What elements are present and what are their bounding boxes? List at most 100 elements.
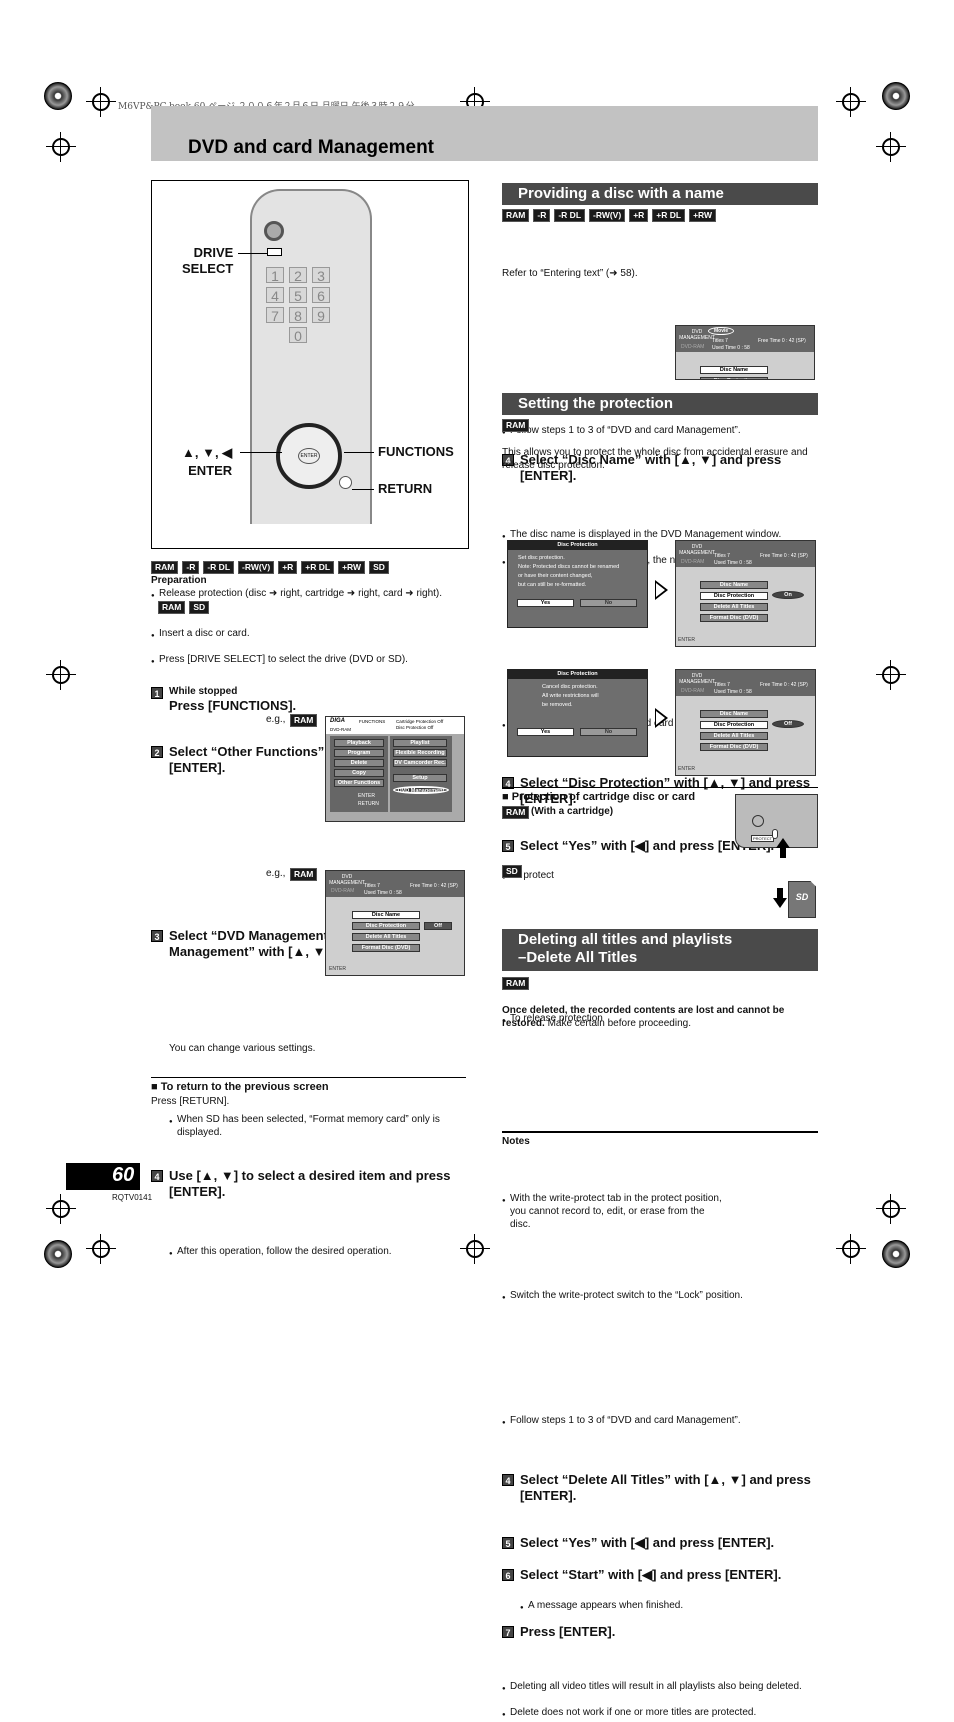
enter-key: ENTER <box>298 448 320 464</box>
functions-screen: DIGA FUNCTIONS DVD-RAM Cartridge Protect… <box>325 716 465 822</box>
disc-type-tags: RAM -R -R DL -RW(V) +R +R DL +RW SD <box>151 561 389 574</box>
key-3: 3 <box>312 267 330 284</box>
dialog-message: Cancel disc protection. All write restri… <box>508 679 647 714</box>
tag: +R DL <box>652 209 686 222</box>
key-0: 0 <box>289 327 307 344</box>
message-line: Set disc protection. <box>518 555 565 561</box>
menu-item: Playlist <box>393 739 447 747</box>
menu-item: Disc Protection <box>700 592 768 600</box>
section-heading-delete-all: Deleting all titles and playlists –Delet… <box>502 929 818 971</box>
key-5: 5 <box>289 287 307 304</box>
management-screen-off: DVD MANAGEMENT DVD-RAM Titles 7 Used Tim… <box>675 669 816 776</box>
arrow-right-icon-inner <box>656 711 665 725</box>
menu-item: Disc Name <box>700 581 768 589</box>
step-number: 6 <box>502 1569 514 1581</box>
menu-item: Other Functions <box>334 779 384 787</box>
step-number: 2 <box>151 746 163 758</box>
free-time: Free Time 0 : 42 (SP) <box>758 338 806 344</box>
follow-note: Follow steps 1 to 3 of “DVD and card Man… <box>502 1414 954 1430</box>
step-4-text: You can change various settings. <box>169 1043 316 1054</box>
menu-item-selected: DVD Management <box>393 786 449 794</box>
menu-item: Copy <box>334 769 384 777</box>
management-header: DVD MANAGEMENT DVD-RAM Titles 7 Used Tim… <box>326 871 464 897</box>
screen-title: FUNCTIONS <box>359 719 386 724</box>
used-time: Used Time 0 : 58 <box>364 890 402 896</box>
tag: RAM <box>151 561 179 574</box>
prep-bullet: Press [DRIVE SELECT] to select the drive… <box>151 653 954 669</box>
return-hint: RETURN <box>358 801 379 807</box>
drive-label: DVD-RAM <box>331 888 355 894</box>
screen-title: DVD MANAGEMENT <box>329 874 365 886</box>
tag: RAM <box>502 209 530 222</box>
tag: RAM <box>290 868 318 881</box>
titles-count: Titles 7 <box>714 553 730 559</box>
document-code: RQTV0141 <box>112 1193 153 1202</box>
follow-note: Follow steps 1 to 3 of “DVD and card Man… <box>502 424 954 440</box>
warning-rest: Make certain before proceeding. <box>544 1018 691 1029</box>
key-6: 6 <box>312 287 330 304</box>
disc-name-screen: DVD MANAGEMENT DVD-RAM Movie Titles 7 Us… <box>675 325 815 380</box>
registration-mark <box>86 87 116 117</box>
message-line: be removed. <box>542 702 573 708</box>
intro-text: This allows you to protect the whole dis… <box>502 447 808 471</box>
example-label: e.g., <box>266 868 286 879</box>
used-time: Used Time 0 : 58 <box>714 689 752 695</box>
registration-disc <box>882 82 910 110</box>
key-8: 8 <box>289 307 307 324</box>
message-line: but can still be re-formatted. <box>518 582 587 588</box>
tag: +R DL <box>301 561 335 574</box>
return-heading: ■ To return to the previous screen <box>151 1081 329 1093</box>
tag: -R DL <box>554 209 586 222</box>
power-button <box>264 221 284 241</box>
page-title: DVD and card Management <box>188 137 434 158</box>
drive-select-button <box>267 248 282 256</box>
drive-label: DVD-RAM <box>681 344 705 350</box>
notes-heading: Notes <box>502 1136 530 1147</box>
pointer-line <box>352 489 374 490</box>
tag: RAM <box>502 977 530 990</box>
tag: -R <box>533 209 551 222</box>
step-number: 1 <box>151 687 163 699</box>
release-dialog: Disc Protection Cancel disc protection. … <box>507 669 648 757</box>
step-7: 7 Press [ENTER]. <box>502 1624 818 1640</box>
management-screen-on: DVD MANAGEMENT DVD-RAM Titles 7 Used Tim… <box>675 540 816 647</box>
protection-value: On <box>772 591 804 599</box>
menu-item: Program <box>334 749 384 757</box>
label-line: ENTER <box>188 463 233 478</box>
menu-item: Flexible Recording <box>393 749 447 757</box>
warning: Once deleted, the recorded contents are … <box>502 1004 818 1030</box>
yes-button: Yes <box>517 599 574 607</box>
titles-count: Titles 7 <box>714 682 730 688</box>
section-heading-protection: Setting the protection <box>502 393 818 415</box>
management-header: DVD MANAGEMENT DVD-RAM Titles 7 Used Tim… <box>676 541 815 567</box>
disc-name-value: Movie <box>708 327 735 335</box>
enter-hint: ENTER <box>678 766 695 772</box>
label-line: DRIVE <box>193 245 234 260</box>
tag: SD <box>369 561 389 574</box>
label-line: SELECT <box>182 261 234 276</box>
disc-hole-icon <box>752 815 764 827</box>
step-5: 5 Select “Yes” with [◀] and press [ENTER… <box>502 1535 818 1551</box>
disc-type-tags: RAM -R -R DL -RW(V) +R +R DL +RW <box>502 209 717 222</box>
dialog-title: Disc Protection <box>508 541 647 550</box>
step-number: 5 <box>502 1537 514 1549</box>
return-text: Press [RETURN]. <box>151 1096 230 1107</box>
used-time: Used Time 0 : 58 <box>714 560 752 566</box>
step-text: Select “Yes” with [◀] and press [ENTER]. <box>520 1535 775 1550</box>
step-number: 3 <box>151 930 163 942</box>
key-7: 7 <box>266 307 284 324</box>
protection-value: Off <box>424 922 452 930</box>
step-4: 4 Select “Delete All Titles” with [▲, ▼]… <box>502 1472 818 1504</box>
tag: +R <box>278 561 298 574</box>
note: Deleting all video titles will result in… <box>502 1680 954 1696</box>
menu-item: Disc Name <box>700 366 768 374</box>
protect-label: PROTECT <box>751 835 775 842</box>
menu-item: Delete All Titles <box>700 603 768 611</box>
key-9: 9 <box>312 307 330 324</box>
drive-label: DVD-RAM <box>330 727 351 732</box>
pointer-line <box>344 452 374 453</box>
step-4-bullet: After this operation, follow the desired… <box>169 1245 954 1261</box>
management-header: DVD MANAGEMENT DVD-RAM Titles 7 Used Tim… <box>676 670 815 696</box>
drive-label: DVD-RAM <box>681 559 705 565</box>
message-line: Note: Protected discs cannot be renamed <box>518 564 620 570</box>
